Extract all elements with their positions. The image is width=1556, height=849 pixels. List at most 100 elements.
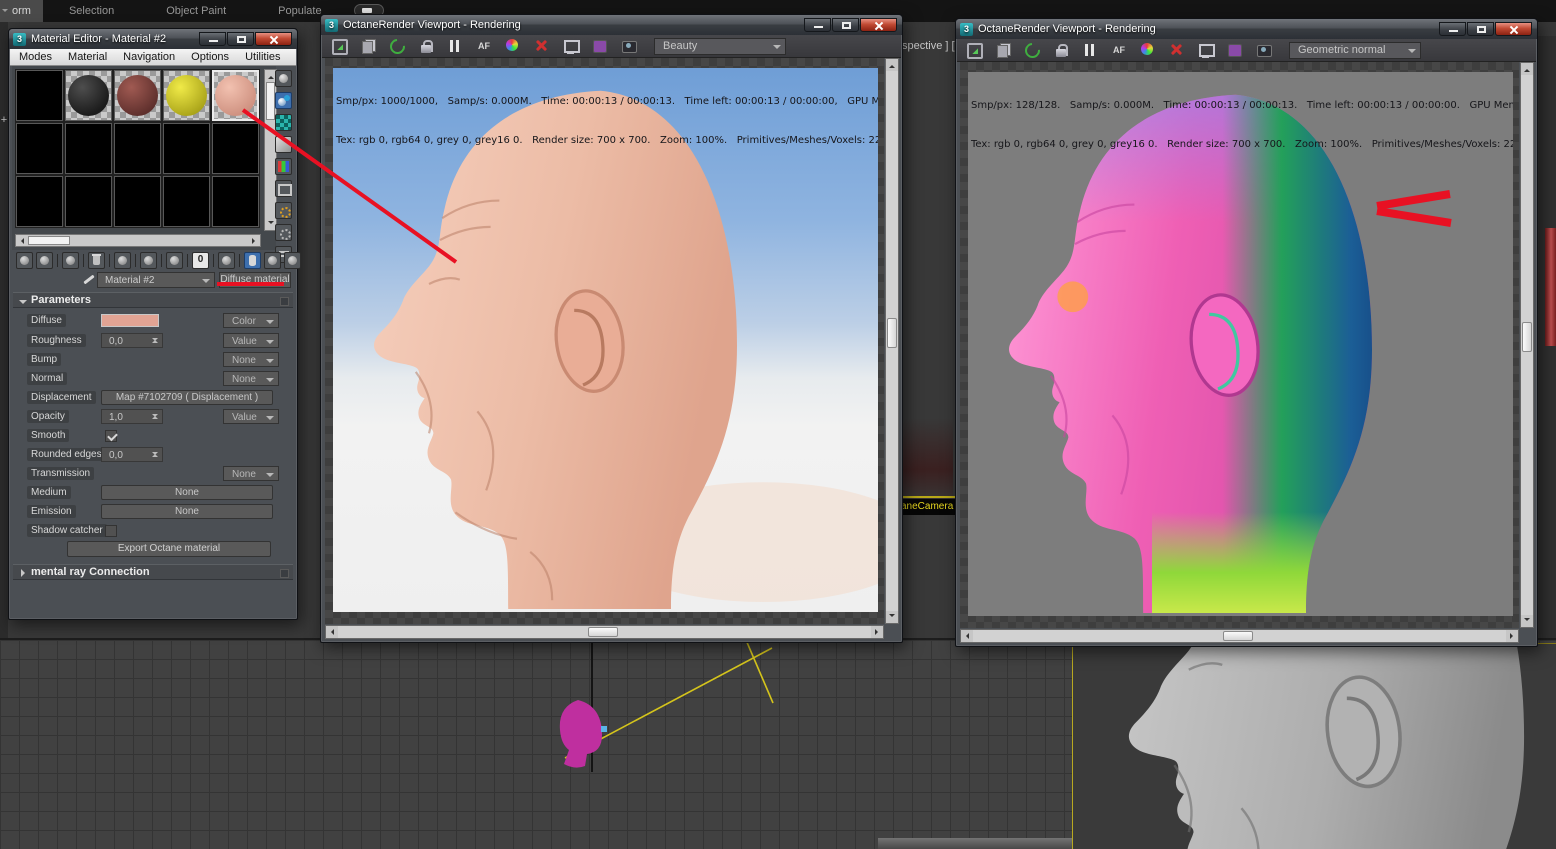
render-pass-dropdown[interactable]: Geometric normal <box>1289 41 1421 59</box>
sample-type-sphere-icon[interactable] <box>275 70 292 87</box>
sample-slot-empty[interactable] <box>113 122 162 175</box>
make-preview-icon[interactable] <box>275 180 292 197</box>
options-gear-icon[interactable] <box>275 202 292 219</box>
opacity-mode-dropdown[interactable]: Value <box>223 409 279 424</box>
medium-button[interactable]: None <box>101 485 273 500</box>
render-passes-icon[interactable] <box>1140 42 1156 58</box>
sample-slot-empty[interactable] <box>211 122 260 175</box>
material-type-button[interactable]: Diffuse material <box>219 272 291 288</box>
get-material-icon[interactable] <box>16 252 33 269</box>
menu-modes[interactable]: Modes <box>19 51 52 63</box>
roughness-mode-dropdown[interactable]: Value <box>223 333 279 348</box>
rounded-edges-spinner[interactable]: 0,0 <box>101 447 163 462</box>
sample-slot-empty[interactable] <box>211 175 260 228</box>
fit-to-window-icon[interactable] <box>1198 42 1215 58</box>
geometric-normal-render[interactable]: Smp/px: 128/128. Samp/s: 0.000M. Time: 0… <box>968 72 1513 616</box>
assign-to-selection-icon[interactable] <box>62 252 79 269</box>
parameters-rollout[interactable]: Parameters <box>13 292 293 308</box>
background-toggle-icon[interactable] <box>275 136 292 153</box>
vertical-scrollbar[interactable] <box>885 58 899 624</box>
scroll-left-icon[interactable] <box>18 238 24 244</box>
lock-resolution-icon[interactable] <box>418 38 434 54</box>
select-by-material-icon[interactable] <box>275 224 292 241</box>
copy-to-clipboard-icon[interactable] <box>995 42 1011 58</box>
scrollbar-thumb[interactable] <box>587 627 618 637</box>
render-pass-dropdown[interactable]: Beauty <box>654 37 786 55</box>
sample-slot-pink-selected[interactable] <box>211 69 260 122</box>
smooth-checkbox[interactable] <box>105 430 117 442</box>
sample-slot-empty[interactable] <box>64 122 113 175</box>
camera-snapshot-icon[interactable] <box>1256 42 1272 58</box>
close-button[interactable] <box>255 32 292 46</box>
diffuse-mode-dropdown[interactable]: Color <box>223 313 279 328</box>
region-render-icon[interactable] <box>534 38 550 54</box>
horizontal-scrollbar[interactable] <box>960 629 1519 643</box>
minimize-button[interactable] <box>199 32 226 46</box>
diffuse-color-swatch[interactable] <box>101 314 159 327</box>
put-to-library-icon[interactable] <box>140 252 157 269</box>
camera-object-label[interactable]: aneCamera <box>898 499 956 515</box>
sample-slot-empty[interactable] <box>113 175 162 228</box>
scrollbar-thumb[interactable] <box>887 318 897 349</box>
close-button[interactable] <box>1495 22 1532 36</box>
make-unique-icon[interactable] <box>114 252 131 269</box>
render-canvas-area[interactable]: Smp/px: 1000/1000, Samp/s: 0.000M. Time:… <box>325 58 884 624</box>
minimize-button[interactable] <box>1439 22 1466 36</box>
scroll-down-icon[interactable] <box>1524 618 1530 624</box>
shaded-viewport-head[interactable] <box>1072 643 1556 849</box>
export-render-icon[interactable] <box>966 42 983 59</box>
put-to-scene-icon[interactable] <box>36 252 53 269</box>
backlight-checker-icon[interactable] <box>275 114 292 131</box>
scroll-right-icon[interactable] <box>252 238 258 244</box>
shadow-catcher-checkbox[interactable] <box>105 525 117 537</box>
ribbon-tab-selection[interactable]: Selection <box>43 0 140 22</box>
sample-slot-yellow[interactable] <box>162 69 211 122</box>
restart-render-icon[interactable] <box>1024 42 1040 58</box>
save-material-icon[interactable] <box>166 252 183 269</box>
opacity-spinner[interactable]: 1,0 <box>101 409 163 424</box>
material-editor-titlebar[interactable]: 3 Material Editor - Material #2 <box>9 29 297 49</box>
scroll-up-icon[interactable] <box>1524 66 1530 72</box>
video-color-check-icon[interactable] <box>275 158 292 175</box>
normal-mode-dropdown[interactable]: None <box>223 371 279 386</box>
reset-slot-icon[interactable] <box>88 252 105 269</box>
region-render-icon[interactable] <box>1169 42 1185 58</box>
maximize-button[interactable] <box>832 18 859 32</box>
go-forward-icon[interactable] <box>284 252 301 269</box>
bump-mode-dropdown[interactable]: None <box>223 352 279 367</box>
menu-navigation[interactable]: Navigation <box>123 51 175 63</box>
scroll-right-icon[interactable] <box>875 629 881 635</box>
autofocus-icon[interactable]: AF <box>1111 42 1127 58</box>
film-settings-icon[interactable] <box>592 38 608 54</box>
sample-slot-empty[interactable] <box>15 122 64 175</box>
show-map-in-viewport-icon[interactable] <box>244 252 261 269</box>
sample-slot-empty[interactable] <box>162 122 211 175</box>
scroll-left-icon[interactable] <box>963 633 969 639</box>
export-render-icon[interactable] <box>331 38 348 55</box>
sample-slot-empty[interactable] <box>15 69 64 122</box>
show-background-icon[interactable] <box>218 252 235 269</box>
scroll-left-icon[interactable] <box>328 629 334 635</box>
beauty-render[interactable]: Smp/px: 1000/1000, Samp/s: 0.000M. Time:… <box>333 68 878 612</box>
material-id-channel-icon[interactable]: 0 <box>192 252 209 269</box>
restart-render-icon[interactable] <box>389 38 405 54</box>
octane-titlebar[interactable]: 3 OctaneRender Viewport - Rendering <box>956 19 1537 39</box>
copy-to-clipboard-icon[interactable] <box>360 38 376 54</box>
maximize-button[interactable] <box>1467 22 1494 36</box>
pause-render-icon[interactable] <box>447 38 463 54</box>
pause-render-icon[interactable] <box>1082 42 1098 58</box>
menu-utilities[interactable]: Utilities <box>245 51 280 63</box>
displacement-map-button[interactable]: Map #7102709 ( Displacement ) <box>101 390 273 405</box>
horizontal-scrollbar[interactable] <box>325 625 884 639</box>
film-settings-icon[interactable] <box>1227 42 1243 58</box>
sample-slot-empty[interactable] <box>15 175 64 228</box>
maximize-button[interactable] <box>227 32 254 46</box>
menu-material[interactable]: Material <box>68 51 107 63</box>
menu-options[interactable]: Options <box>191 51 229 63</box>
sample-slot-charcoal[interactable] <box>64 69 113 122</box>
sample-slot-maroon[interactable] <box>113 69 162 122</box>
transmission-mode-dropdown[interactable]: None <box>223 466 279 481</box>
pick-material-eyedropper-icon[interactable] <box>81 273 95 287</box>
vertical-scrollbar[interactable] <box>1520 62 1534 628</box>
minimize-button[interactable] <box>804 18 831 32</box>
